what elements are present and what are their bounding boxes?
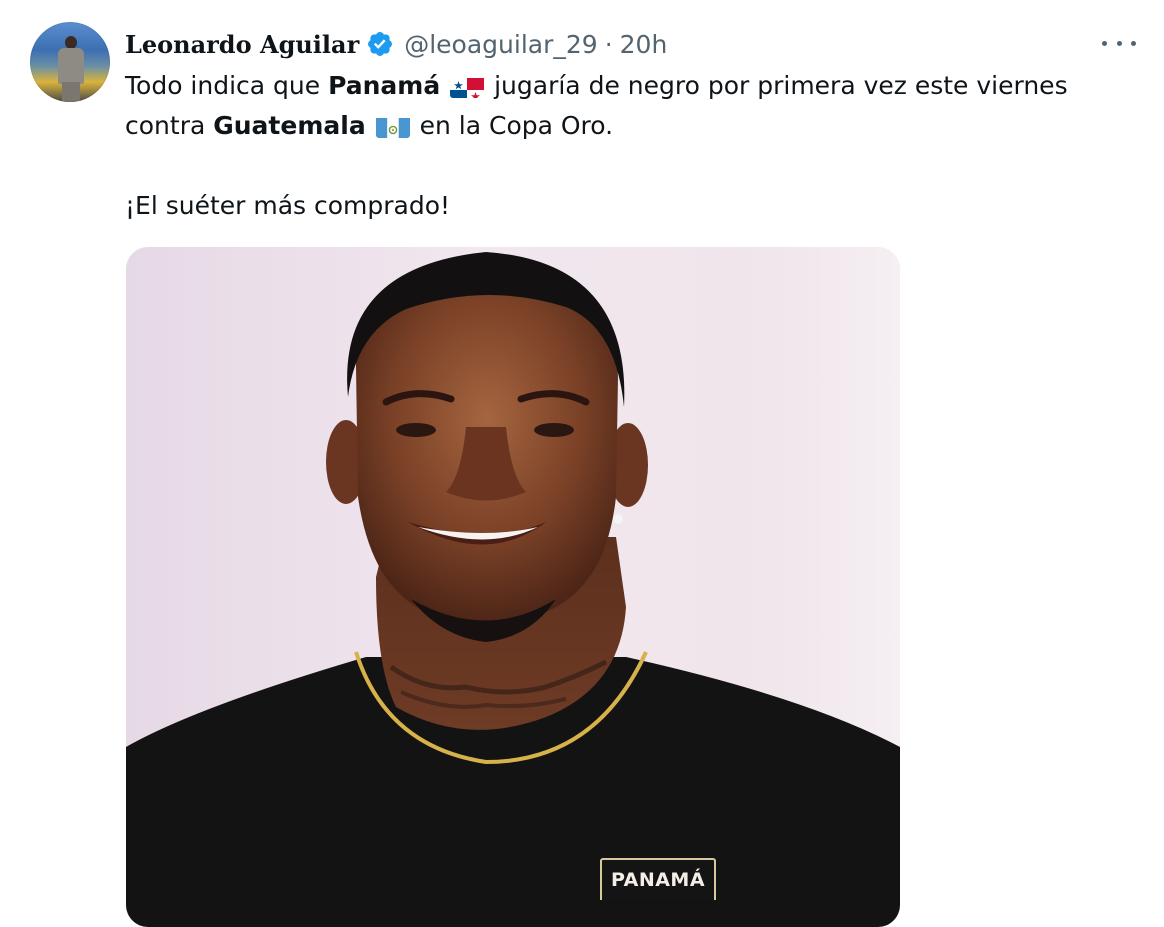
bold-country-panama: Panamá	[328, 71, 441, 100]
player-photo-illustration	[126, 252, 900, 927]
flag-panama-icon	[450, 74, 485, 98]
more-dot	[1102, 40, 1107, 46]
flag-guatemala-icon	[375, 114, 410, 138]
tweet-text-line-1: Todo indica que Panamá jugaría de negro …	[125, 66, 1135, 106]
jersey-panama-badge: PANAMÁ	[600, 858, 716, 900]
separator-dot: ·	[604, 29, 613, 59]
tweet-text-line-2: contra Guatemala en la Copa Oro.	[125, 106, 1135, 146]
more-dot	[1116, 40, 1122, 46]
text-segment: contra	[125, 111, 214, 140]
avatar[interactable]	[30, 22, 110, 102]
tweet-text: Todo indica que Panamá jugaría de negro …	[125, 66, 1135, 226]
author-name[interactable]: Leonardo Aguilar	[125, 30, 359, 59]
tweet-text-line-3: ¡El suéter más comprado!	[125, 191, 451, 220]
text-segment: jugaría de negro por primera vez este vi…	[486, 71, 1068, 100]
text-segment: en la Copa Oro.	[411, 111, 614, 140]
tweet-media-photo[interactable]	[126, 247, 900, 927]
avatar-ring	[30, 22, 110, 102]
bold-country-guatemala: Guatemala	[213, 111, 366, 140]
tweet-timestamp[interactable]: 20h	[620, 30, 668, 59]
more-horizontal-icon[interactable]	[1102, 30, 1136, 56]
verified-badge-icon[interactable]	[366, 30, 394, 58]
author-handle[interactable]: @leoaguilar_29	[404, 30, 597, 59]
more-dot	[1131, 40, 1136, 46]
text-segment: Todo indica que	[125, 71, 329, 100]
tweet-header: Leonardo Aguilar @leoaguilar_29 · 20h	[125, 26, 667, 62]
